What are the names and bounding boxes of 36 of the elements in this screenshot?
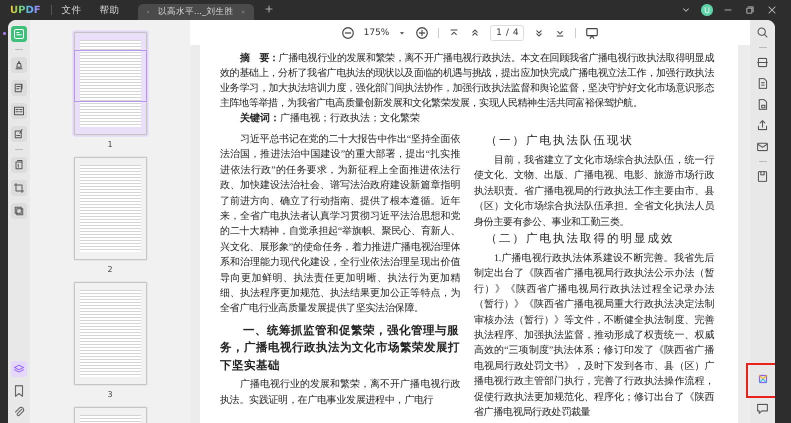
page-number: 2 (107, 265, 113, 274)
convert-document-icon[interactable] (756, 77, 769, 90)
zoom-level[interactable]: 175% (364, 28, 390, 38)
scanner-icon[interactable] (756, 56, 769, 69)
app-logo: UPDF (10, 4, 41, 16)
search-icon[interactable] (756, 26, 769, 39)
mail-icon[interactable] (756, 140, 769, 153)
paragraph: 广播电视行业的发展和繁荣，离不开广播电视行政执法。实践证明，在广电事业发展进程中，广电行 (220, 378, 460, 408)
locked-document-icon[interactable] (756, 98, 769, 111)
plus-icon[interactable] (264, 4, 274, 14)
menu-item[interactable]: 帮助 (100, 4, 120, 16)
paragraph: 1.广播电视行政执法体系建设不断完善。我省先后制定出台了《陕西省广播电视局行政执法公示办法（暂行）》《陕西省广播电视局行政执法过程全记录办法（暂行）》《陕西省广播电视局重大行政执法决定法制审核办法（暂行）》等文件，不断健全执法制度、完善执法程序、加强执法监督，推动形成了权责统一、权威高效的“三项制度”执法体系；修订印发了《陕西省广播电视局行政处罚文书》，及时下发到各市、县（区）广播电视行政主管部门执行，完善了行政执法操作流程，促使行政执法更加规范化、程序化；修订出台了《陕西省广播电视局行政处罚裁量 (474, 252, 714, 420)
page-number: 1 (107, 140, 113, 149)
share-icon[interactable] (756, 119, 769, 132)
section-heading: 一、统筹抓监管和促繁荣，强化管理与服务，广播电视行政执法为文化市场繁荣发展打下坚实基础 (220, 322, 460, 374)
abstract-text: 摘 要：广播电视行业的发展和繁荣，离不开广播电视行政执法。本文在回顾我省广播电视行政执法取得明显成效的基础上，分析了我省广电执法的现状以及面临的机遇与挑战，提出应加快完成广播电视立法工作，加强行政执法业务学习，加大执法培训力度，强化部门间执法协作，加强行政执法监督和舆论监督，坚决守护好文化市场意识形态主阵地等举措，为我省广电高质量创新发展和文化繁荣发展，实现人民精神生活共同富裕保驾护航。 (220, 51, 714, 111)
zoom-in-icon[interactable] (415, 26, 430, 40)
close-icon[interactable] (767, 5, 777, 15)
paragraph: 目前，我省建立了文化市场综合执法队伍，统一行使文化、文物、出版、广播电视、电影、旅游市场行政执法职责。省广播电视局的行政执法工作主要由市、县（区）文化市场综合执法队伍承担。全省文化执法人员身份主要有参公、事业和工勤三类。 (474, 154, 714, 230)
page-thumbnail[interactable] (72, 30, 148, 137)
presentation-icon[interactable] (585, 26, 600, 40)
page-number: 3 (107, 390, 113, 399)
subsection-heading: （一）广电执法队伍现状 (484, 133, 635, 149)
subsection-heading: （二）广电执法取得的明显成效 (484, 231, 676, 248)
bookmark-icon[interactable] (12, 384, 26, 398)
panel-handle[interactable] (2, 32, 6, 35)
restore-icon[interactable] (745, 5, 755, 15)
paragraph: 习近平总书记在党的二十大报告中作出“坚持全面依法治国，推进法治中国建设”的重大部署，提出“扎实推进依法行政”的任务要求，为新征程上全面推进依法行政、加快建设法治社会、谱写法治政府建设新篇章指明了前进方向、确立了行动指南、提供了根本遵循。近年来，全省广电执法者认真学习贯彻习近平法治思想和党的二十大精神，自觉承担起“举旗帜、聚民心、育新人、兴文化、展形象”的使命任务，着力推进广播电视治理体系和治理能力现代化建设，全行业依法治理呈现出价值导向更加鲜明、执法责任更加明晰、执法行为更加精细、执法程序更加规范、执法结果更加公正等特点，为全省广电行业高质量发展提供了坚实法治保障。 (220, 132, 460, 316)
document-tab[interactable]: 以高水平..._刘生胜 (138, 4, 254, 20)
page-field[interactable]: 1 / 4 (490, 24, 524, 40)
save-icon[interactable] (756, 170, 769, 183)
zoom-out-icon[interactable] (340, 26, 355, 40)
paperclip-icon[interactable] (12, 405, 26, 419)
menu-item[interactable]: 文件 (62, 4, 82, 16)
comment-icon[interactable] (756, 402, 769, 415)
keywords-text: 关键词：广播电视；行政执法；文化繁荣 (239, 112, 421, 126)
